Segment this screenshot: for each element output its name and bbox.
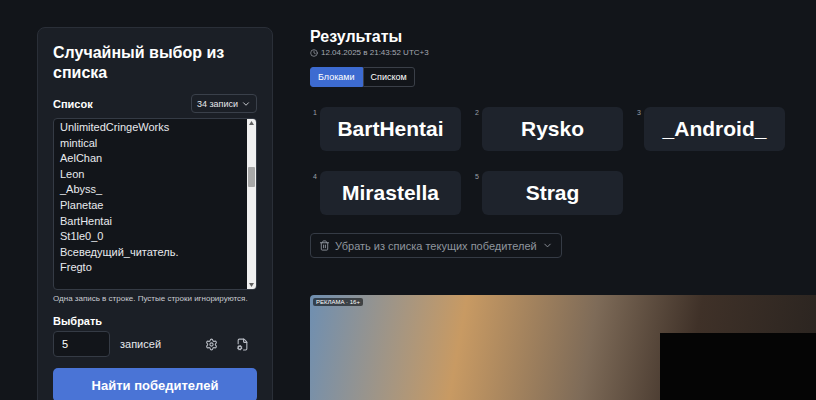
timestamp: 12.04.2025 в 21:43:52 UTC+3 xyxy=(310,48,816,57)
view-tabs: БлокамиСписком xyxy=(310,67,816,87)
ad-banner[interactable]: РЕКЛАМА · 16+ xyxy=(310,295,816,400)
entry-line: _Abyss_ xyxy=(60,182,241,198)
winner-cell: 4Mirastella xyxy=(313,171,462,215)
entry-line: St1le0_0 xyxy=(60,229,241,245)
winner-cell: 3_Android_ xyxy=(637,107,786,151)
scroll-up-icon[interactable] xyxy=(248,119,255,127)
scrollbar[interactable] xyxy=(247,119,256,289)
list-label: Список xyxy=(53,98,93,110)
entry-line: mintical xyxy=(60,136,241,152)
find-winners-button[interactable]: Найти победителей xyxy=(53,368,257,400)
winner-number: 5 xyxy=(475,173,481,180)
settings-button[interactable] xyxy=(205,338,226,351)
count-dropdown[interactable]: 34 записи xyxy=(191,94,257,113)
winner-number: 4 xyxy=(313,173,319,180)
winner-block: _Android_ xyxy=(644,107,785,151)
pick-unit: записей xyxy=(120,338,195,350)
pick-count-input[interactable] xyxy=(53,331,110,357)
file-gear-icon xyxy=(236,338,249,351)
view-tab[interactable]: Списком xyxy=(363,67,415,87)
remove-winners-button[interactable]: Убрать из списка текущих победителей xyxy=(310,233,562,258)
scroll-down-icon[interactable] xyxy=(248,281,255,289)
trash-icon xyxy=(319,240,330,251)
winner-number: 1 xyxy=(313,109,319,116)
entry-line: BartHentai xyxy=(60,214,241,230)
entries-textarea[interactable]: UnlimitedCringeWorksminticalAelChanLeon_… xyxy=(53,118,257,290)
clock-icon xyxy=(310,49,318,57)
entry-line: Fregto xyxy=(60,260,241,276)
view-tab[interactable]: Блоками xyxy=(310,67,363,87)
hint-text: Одна запись в строке. Пустые строки игно… xyxy=(53,294,257,303)
panel-title: Случайный выбор из списка xyxy=(53,43,257,83)
chevron-down-icon xyxy=(241,99,251,109)
winners-grid: 1BartHentai 2Rysko 3_Android_ 4Mirastella 5S… xyxy=(313,107,816,215)
entry-line: UnlimitedCringeWorks xyxy=(60,120,241,136)
entry-line: Всеведущий_читатель. xyxy=(60,245,241,261)
pick-label: Выбрать xyxy=(53,315,102,327)
winner-number: 3 xyxy=(637,109,643,116)
ad-overlay xyxy=(660,333,816,400)
file-settings-button[interactable] xyxy=(236,338,257,351)
winner-block: BartHentai xyxy=(320,107,461,151)
winner-cell: 1BartHentai xyxy=(313,107,462,151)
settings-panel: Случайный выбор из списка Список 34 записи… xyxy=(37,27,273,400)
winner-block: Strag xyxy=(482,171,623,215)
winner-block: Mirastella xyxy=(320,171,461,215)
scroll-thumb[interactable] xyxy=(248,167,255,187)
entry-line: AelChan xyxy=(60,151,241,167)
page: Случайный выбор из списка Список 34 записи… xyxy=(0,0,816,400)
winner-cell: 5Strag xyxy=(475,171,624,215)
entry-line: Planetae xyxy=(60,198,241,214)
winner-cell: 2Rysko xyxy=(475,107,624,151)
gear-icon xyxy=(205,338,218,351)
chevron-down-icon xyxy=(542,240,553,251)
results-panel: Результаты 12.04.2025 в 21:43:52 UTC+3 Бло… xyxy=(310,27,816,400)
ad-badge: РЕКЛАМА · 16+ xyxy=(313,298,363,306)
results-title: Результаты xyxy=(310,28,816,46)
entry-line: Leon xyxy=(60,167,241,183)
winner-number: 2 xyxy=(475,109,481,116)
winner-block: Rysko xyxy=(482,107,623,151)
